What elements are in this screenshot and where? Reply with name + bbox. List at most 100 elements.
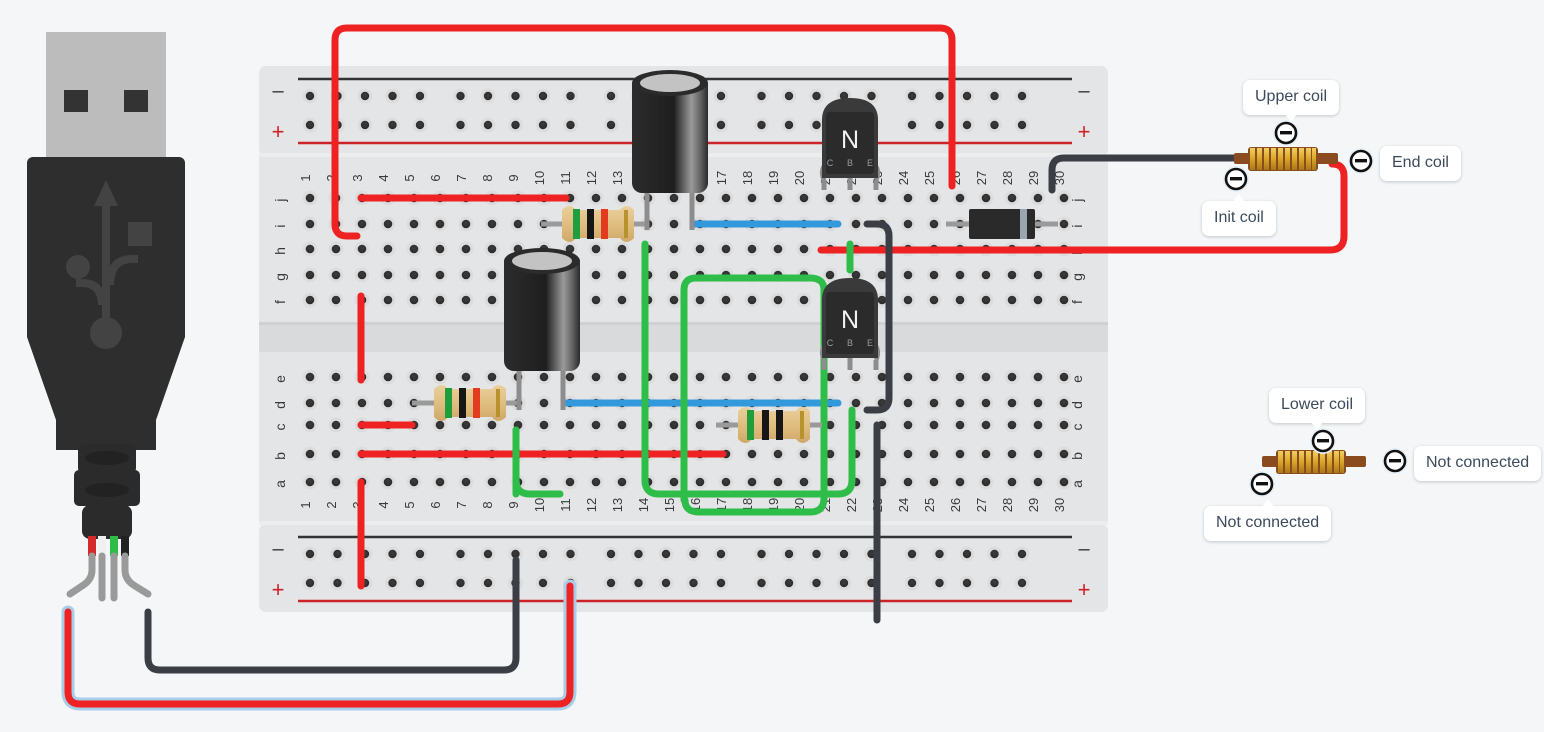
svg-text:B: B — [847, 338, 853, 348]
svg-text:29: 29 — [1026, 498, 1041, 512]
transistor-q1[interactable]: N C B E — [819, 98, 881, 190]
svg-text:12: 12 — [584, 498, 599, 512]
svg-text:g: g — [1069, 273, 1085, 281]
transistor-q2[interactable]: N C B E — [819, 278, 881, 370]
svg-text:27: 27 — [974, 498, 989, 512]
label-end-coil-text: End coil — [1392, 154, 1449, 171]
svg-text:–: – — [1078, 80, 1090, 102]
svg-text:6: 6 — [428, 501, 443, 508]
svg-text:8: 8 — [480, 174, 495, 181]
svg-text:10: 10 — [532, 171, 547, 185]
svg-text:30: 30 — [1052, 498, 1067, 512]
usb-connector[interactable] — [27, 32, 185, 602]
svg-text:24: 24 — [896, 171, 911, 185]
svg-text:h: h — [272, 247, 288, 255]
svg-text:26: 26 — [948, 498, 963, 512]
upper-coil-terminal-end[interactable] — [1348, 148, 1374, 174]
svg-text:29: 29 — [1026, 171, 1041, 185]
svg-text:28: 28 — [1000, 498, 1015, 512]
svg-text:1: 1 — [298, 501, 313, 508]
svg-text:j: j — [272, 198, 288, 202]
svg-text:22: 22 — [844, 498, 859, 512]
svg-text:7: 7 — [454, 501, 469, 508]
label-tail — [1407, 458, 1419, 470]
svg-text:+: + — [272, 119, 285, 144]
label-tail — [1232, 194, 1245, 202]
svg-text:24: 24 — [896, 498, 911, 512]
svg-text:9: 9 — [506, 174, 521, 181]
svg-text:15: 15 — [662, 498, 677, 512]
label-tail — [1285, 114, 1298, 122]
svg-text:i: i — [272, 224, 288, 227]
upper-coil-terminal-top[interactable] — [1273, 120, 1299, 146]
svg-text:20: 20 — [792, 171, 807, 185]
lower-coil-terminal-right[interactable] — [1382, 448, 1408, 474]
svg-text:j: j — [1069, 198, 1085, 202]
svg-text:B: B — [847, 158, 853, 168]
svg-text:b: b — [272, 452, 288, 460]
svg-text:b: b — [1069, 452, 1085, 460]
circuit-canvas: – + – + – + – + 1 1 2 2 3 3 4 4 5 5 6 6 7 7 8 8 9 9 10 10 11… — [0, 0, 1544, 732]
svg-text:N: N — [841, 126, 859, 154]
svg-text:25: 25 — [922, 498, 937, 512]
label-lower-coil[interactable]: Lower coil — [1269, 388, 1366, 430]
svg-text:+: + — [272, 577, 285, 602]
svg-text:E: E — [867, 338, 873, 348]
svg-text:f: f — [272, 300, 288, 304]
label-tail — [1373, 158, 1385, 170]
svg-text:C: C — [827, 338, 834, 348]
svg-text:7: 7 — [454, 174, 469, 181]
lower-coil-terminal-top[interactable] — [1310, 428, 1336, 454]
svg-text:C: C — [827, 158, 834, 168]
label-init-coil[interactable]: Init coil — [1202, 194, 1276, 236]
label-lower-coil-text: Lower coil — [1281, 396, 1354, 413]
svg-text:12: 12 — [584, 171, 599, 185]
svg-text:5: 5 — [402, 501, 417, 508]
svg-text:18: 18 — [740, 171, 755, 185]
svg-text:–: – — [272, 80, 284, 102]
label-upper-coil-text: Upper coil — [1255, 88, 1328, 105]
svg-text:+: + — [1078, 119, 1091, 144]
svg-text:27: 27 — [974, 171, 989, 185]
svg-text:9: 9 — [506, 501, 521, 508]
svg-text:5: 5 — [402, 174, 417, 181]
svg-text:g: g — [272, 273, 288, 281]
upper-coil-terminal-init[interactable] — [1223, 166, 1249, 192]
svg-text:e: e — [272, 375, 288, 383]
label-lower-coil-left-nc[interactable]: Not connected — [1204, 499, 1332, 541]
svg-text:19: 19 — [766, 171, 781, 185]
lower-coil-terminal-left[interactable] — [1249, 471, 1275, 497]
svg-text:–: – — [1078, 538, 1090, 560]
svg-text:13: 13 — [610, 498, 625, 512]
label-lower-coil-right-nc[interactable]: Not connected — [1414, 446, 1542, 481]
svg-text:13: 13 — [610, 171, 625, 185]
svg-text:e: e — [1069, 375, 1085, 383]
svg-text:d: d — [1069, 401, 1085, 409]
svg-text:4: 4 — [376, 501, 391, 508]
svg-text:f: f — [1069, 300, 1085, 304]
svg-text:14: 14 — [636, 498, 651, 512]
svg-text:+: + — [1078, 577, 1091, 602]
label-lower-coil-right-nc-text: Not connected — [1426, 454, 1530, 471]
lower-coil[interactable] — [1249, 428, 1408, 497]
upper-coil[interactable] — [1223, 120, 1374, 192]
label-upper-coil[interactable]: Upper coil — [1243, 80, 1340, 122]
svg-text:i: i — [1069, 224, 1085, 227]
svg-text:c: c — [1069, 424, 1085, 431]
svg-text:28: 28 — [1000, 171, 1015, 185]
svg-text:a: a — [1069, 480, 1085, 488]
label-tail — [1261, 499, 1274, 507]
label-init-coil-text: Init coil — [1214, 209, 1264, 226]
svg-text:–: – — [272, 538, 284, 560]
svg-text:4: 4 — [376, 174, 391, 181]
svg-text:E: E — [867, 158, 873, 168]
svg-text:25: 25 — [922, 171, 937, 185]
label-end-coil[interactable]: End coil — [1380, 146, 1461, 181]
svg-text:6: 6 — [428, 174, 443, 181]
svg-text:17: 17 — [714, 171, 729, 185]
svg-text:2: 2 — [324, 501, 339, 508]
svg-text:N: N — [841, 306, 859, 334]
svg-text:c: c — [272, 424, 288, 431]
svg-text:a: a — [272, 480, 288, 488]
svg-text:d: d — [272, 401, 288, 409]
